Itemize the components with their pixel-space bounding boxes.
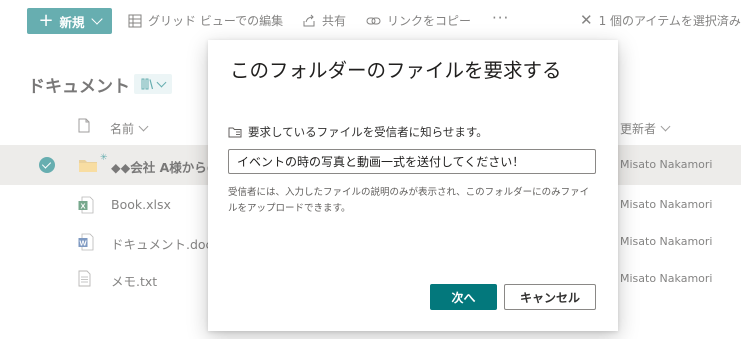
dialog-prompt-label: 要求しているファイルを受信者に知らせます。 xyxy=(248,125,488,139)
file-request-description-input[interactable]: イベントの時の写真と動画一式を送付してください！ xyxy=(228,149,596,174)
dialog-note: 受信者には、入力したファイルの説明のみが表示され、このフォルダーにのみファイルを… xyxy=(228,187,590,214)
request-files-dialog: このフォルダーのファイルを要求する 要求しているファイルを受信者に知らせます。 … xyxy=(208,40,618,331)
file-request-description-value: イベントの時の写真と動画一式を送付してください！ xyxy=(237,155,525,169)
next-button[interactable]: 次へ xyxy=(430,284,497,310)
sharepoint-document-library: + 新規 グリッド ビューでの編集 共有 リンクをコピー ··· ✕ 1 個のア… xyxy=(0,0,741,339)
cancel-button[interactable]: キャンセル xyxy=(504,284,596,310)
folder-request-icon xyxy=(228,127,242,138)
dialog-prompt: 要求しているファイルを受信者に知らせます。 xyxy=(228,124,488,140)
dialog-title: このフォルダーのファイルを要求する xyxy=(230,59,562,82)
